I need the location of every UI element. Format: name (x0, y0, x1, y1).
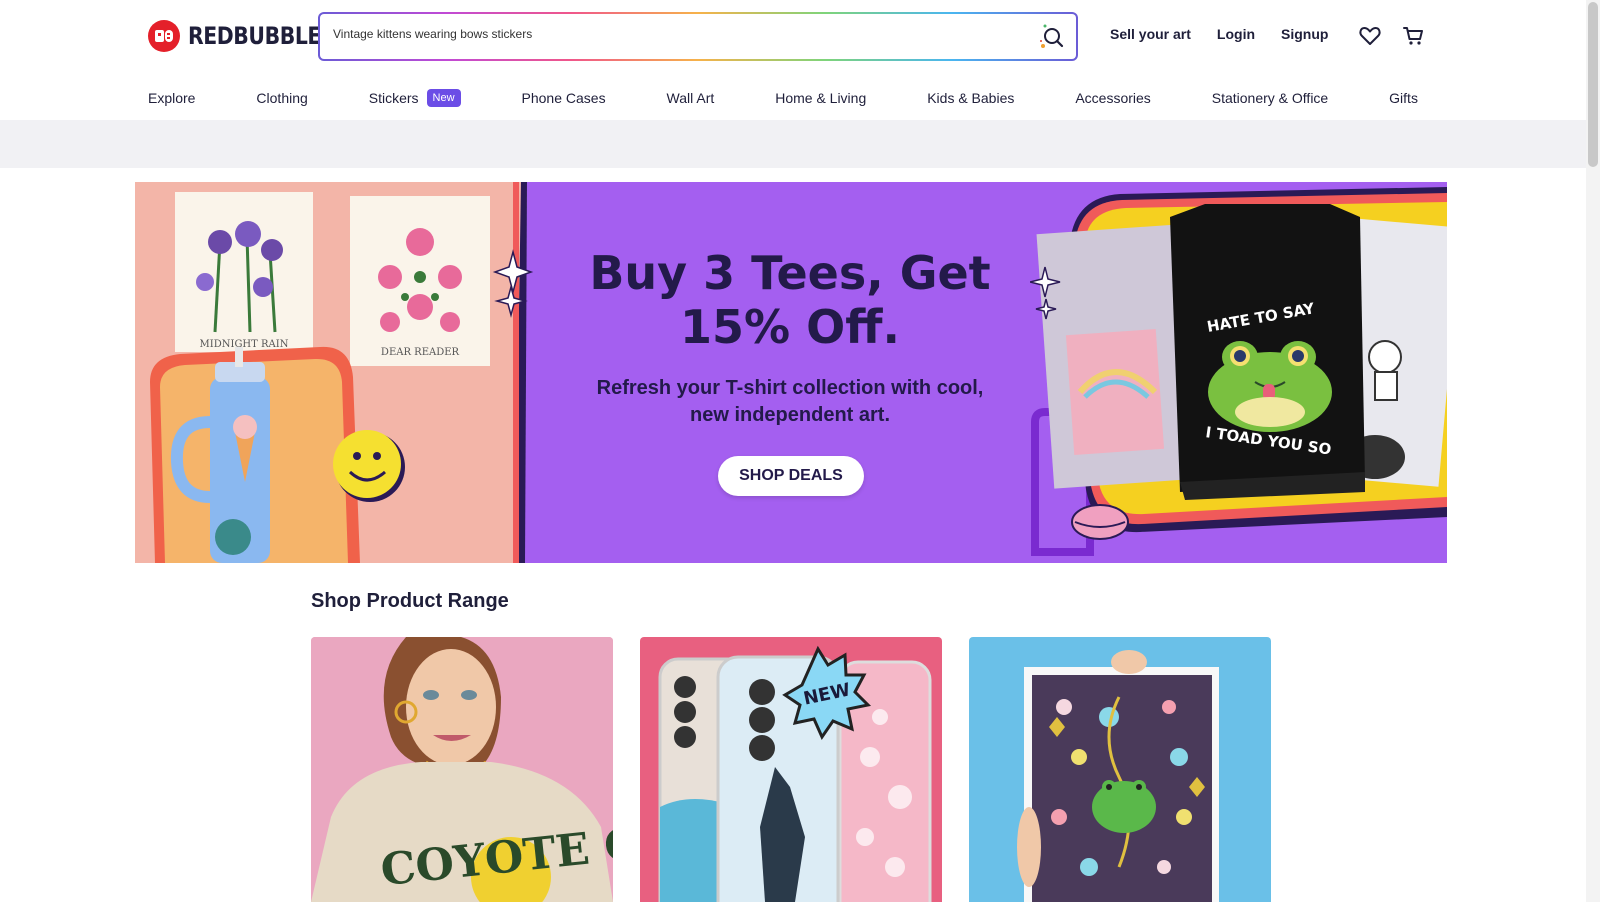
scrollbar-thumb[interactable] (1588, 2, 1598, 167)
nav-item-wall-art[interactable]: Wall Art (667, 90, 715, 106)
search-icon[interactable] (1036, 22, 1066, 52)
hero-title: Buy 3 Tees, Get 15% Off. (589, 246, 991, 354)
nav-label: Phone Cases (521, 90, 606, 106)
nav-item-home-living[interactable]: Home & Living (775, 90, 866, 106)
product-card-clothing[interactable]: COYOTE CUTIE (311, 637, 613, 902)
logo-text: REDBUBBLE (188, 22, 321, 50)
shop-deals-button[interactable]: SHOP DEALS (718, 456, 864, 496)
nav-label: Home & Living (775, 90, 867, 106)
nav-item-stationery-office[interactable]: Stationery & Office (1212, 90, 1328, 106)
new-badge: New (426, 89, 461, 107)
product-range-title: Shop Product Range (311, 590, 509, 612)
cart-icon[interactable] (1402, 24, 1426, 53)
nav-item-kids-babies[interactable]: Kids & Babies (927, 90, 1014, 106)
header: REDBUBBLE Sell your art Login Si (0, 0, 1586, 72)
nav-item-accessories[interactable]: Accessories (1075, 90, 1150, 106)
product-cards: COYOTE CUTIE NEW (311, 637, 1271, 902)
category-nav: Explore Clothing Stickers New Phone Cases… (148, 86, 1418, 110)
sell-your-art-link[interactable]: Sell your art (1110, 26, 1191, 42)
print-label-midnight-rain: MIDNIGHT RAIN (200, 339, 289, 350)
promo-strip (0, 120, 1586, 168)
redbubble-logo[interactable]: REDBUBBLE (148, 20, 344, 52)
nav-label: Accessories (1075, 90, 1151, 106)
nav-label: Stickers (368, 90, 419, 106)
nav-item-stickers[interactable]: Stickers New (369, 89, 461, 107)
hero-subtitle: Refresh your T-shirt collection with coo… (596, 377, 984, 426)
nav-item-phone-cases[interactable]: Phone Cases (522, 90, 606, 106)
nav-label: Wall Art (666, 90, 715, 106)
nav-item-explore[interactable]: Explore (148, 90, 195, 106)
search-bar (318, 12, 1078, 61)
nav-label: Kids & Babies (927, 90, 1015, 106)
nav-label: Gifts (1389, 90, 1418, 106)
search-inner (320, 14, 1076, 59)
nav-label: Stationery & Office (1211, 90, 1329, 106)
login-link[interactable]: Login (1217, 26, 1255, 42)
product-card-wall-art[interactable] (969, 637, 1271, 902)
heart-icon[interactable] (1358, 24, 1382, 53)
nav-item-gifts[interactable]: Gifts (1389, 90, 1418, 106)
header-links: Sell your art Login Signup (1110, 26, 1328, 42)
hero-art-left: MIDNIGHT RAIN DEAR READER (135, 182, 535, 563)
hero-art-right: HATE TO SAY I TOAD YOU SO (1029, 182, 1447, 563)
page: REDBUBBLE Sell your art Login Si (0, 0, 1600, 902)
hero-banner[interactable]: MIDNIGHT RAIN DEAR READER Buy 3 Tees, Ge… (135, 182, 1447, 563)
nav-label: Explore (148, 90, 196, 106)
nav-label: Clothing (256, 90, 308, 106)
signup-link[interactable]: Signup (1281, 26, 1328, 42)
page-scrollbar[interactable] (1586, 0, 1600, 902)
product-card-phone-cases[interactable]: NEW (640, 637, 942, 902)
search-input[interactable] (333, 27, 1013, 41)
print-label-dear-reader: DEAR READER (381, 347, 460, 358)
logo-mark-icon (148, 20, 180, 52)
nav-item-clothing[interactable]: Clothing (256, 90, 307, 106)
